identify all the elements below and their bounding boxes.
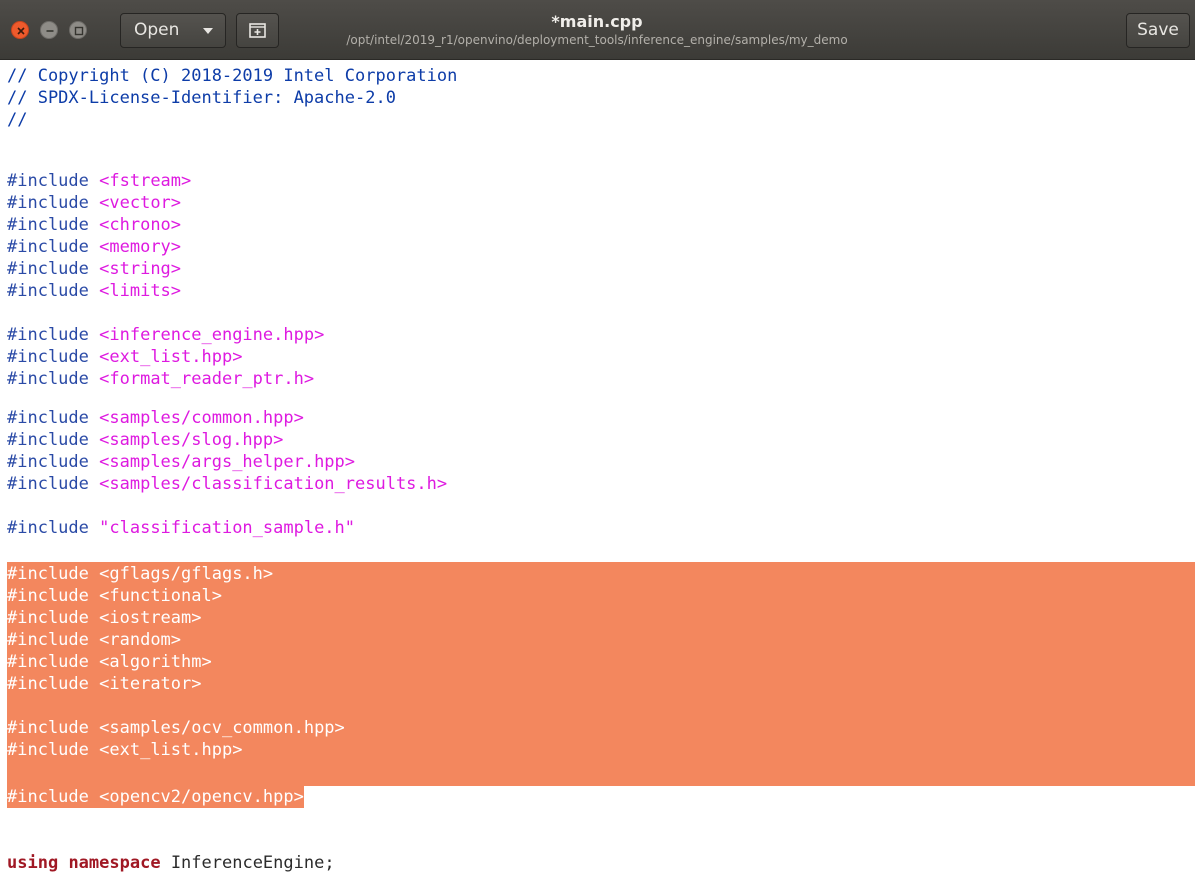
minimize-window-button[interactable] — [40, 21, 58, 39]
include-path: "classification_sample.h" — [99, 518, 356, 538]
code-line-selected: #include <ext_list.hpp> — [7, 739, 242, 761]
include-path: <ext_list.hpp> — [99, 347, 243, 367]
code-editor[interactable]: // Copyright (C) 2018-2019 Intel Corpora… — [0, 62, 1195, 875]
code-line: using namespace InferenceEngine; — [7, 852, 335, 874]
open-button-label: Open — [134, 20, 180, 40]
code-line: #include <samples/common.hpp> — [7, 407, 304, 429]
close-window-button[interactable] — [11, 21, 29, 39]
code-line-selected: #include <algorithm> — [7, 651, 212, 673]
include-directive: #include — [7, 564, 89, 584]
keyword: using — [7, 853, 59, 873]
include-directive: #include — [7, 474, 89, 494]
include-path: <vector> — [99, 193, 182, 213]
save-button[interactable]: Save — [1126, 13, 1190, 48]
include-directive: #include — [7, 408, 89, 428]
include-path: <ext_list.hpp> — [99, 740, 243, 760]
window-title: *main.cpp — [551, 12, 643, 31]
code-line: #include <format_reader_ptr.h> — [7, 368, 314, 390]
include-directive: #include — [7, 281, 89, 301]
include-directive: #include — [7, 674, 89, 694]
include-directive: #include — [7, 586, 89, 606]
include-directive: #include — [7, 237, 89, 257]
code-line: #include <samples/slog.hpp> — [7, 429, 283, 451]
code-line-selected: #include <opencv2/opencv.hpp> — [7, 786, 304, 808]
keyword: namespace — [68, 853, 161, 873]
include-directive: #include — [7, 215, 89, 235]
comment-text: // SPDX-License-Identifier: Apache-2.0 — [7, 88, 396, 108]
code-line-selected: #include <random> — [7, 629, 181, 651]
minimize-icon — [46, 30, 54, 32]
comment-text: // Copyright (C) 2018-2019 Intel Corpora… — [7, 66, 458, 86]
include-directive: #include — [7, 369, 89, 389]
code-line: #include <string> — [7, 258, 181, 280]
include-path: <samples/slog.hpp> — [99, 430, 284, 450]
include-path: <format_reader_ptr.h> — [99, 369, 315, 389]
code-line-selected: #include <gflags/gflags.h> — [7, 563, 273, 585]
include-path: <inference_engine.hpp> — [99, 325, 325, 345]
include-path: <limits> — [99, 281, 182, 301]
identifier: InferenceEngine; — [170, 853, 335, 873]
include-directive: #include — [7, 787, 89, 807]
code-line: // Copyright (C) 2018-2019 Intel Corpora… — [7, 65, 457, 87]
include-directive: #include — [7, 259, 89, 279]
code-line: #include <ext_list.hpp> — [7, 346, 242, 368]
code-line-selected: #include <iostream> — [7, 607, 202, 629]
code-line: #include <limits> — [7, 280, 181, 302]
include-directive: #include — [7, 347, 89, 367]
include-directive: #include — [7, 652, 89, 672]
include-directive: #include — [7, 430, 89, 450]
include-directive: #include — [7, 740, 89, 760]
include-path: <iterator> — [99, 674, 202, 694]
include-path: <samples/common.hpp> — [99, 408, 304, 428]
include-path: <gflags/gflags.h> — [99, 564, 274, 584]
include-path: <samples/classification_results.h> — [99, 474, 448, 494]
include-directive: #include — [7, 193, 89, 213]
maximize-icon — [74, 26, 84, 36]
include-directive: #include — [7, 171, 89, 191]
include-path: <memory> — [99, 237, 182, 257]
code-line-selected: #include <samples/ocv_common.hpp> — [7, 717, 345, 739]
open-button[interactable]: Open — [120, 13, 226, 48]
close-icon — [17, 27, 25, 35]
code-line-selected: #include <functional> — [7, 585, 222, 607]
code-line-selected: #include <iterator> — [7, 673, 202, 695]
include-directive: #include — [7, 608, 89, 628]
include-directive: #include — [7, 325, 89, 345]
include-path: <opencv2/opencv.hpp> — [99, 787, 304, 807]
include-path: <algorithm> — [99, 652, 212, 672]
code-line: // SPDX-License-Identifier: Apache-2.0 — [7, 87, 396, 109]
include-path: <string> — [99, 259, 182, 279]
code-line: #include <samples/args_helper.hpp> — [7, 451, 355, 473]
new-tab-icon — [249, 23, 266, 38]
code-line: #include "classification_sample.h" — [7, 517, 355, 539]
include-path: <functional> — [99, 586, 222, 606]
code-line: #include <samples/classification_results… — [7, 473, 447, 495]
include-directive: #include — [7, 718, 89, 738]
header-bar: Open *main.cpp /opt/intel/2019_r1/openvi… — [0, 0, 1195, 60]
code-line: #include <inference_engine.hpp> — [7, 324, 324, 346]
code-line: #include <fstream> — [7, 170, 191, 192]
window-subtitle-path: /opt/intel/2019_r1/openvino/deployment_t… — [346, 33, 848, 47]
include-path: <samples/ocv_common.hpp> — [99, 718, 345, 738]
comment-text: // — [7, 110, 28, 130]
new-document-button[interactable] — [236, 13, 279, 48]
include-directive: #include — [7, 518, 89, 538]
code-line: #include <vector> — [7, 192, 181, 214]
include-path: <fstream> — [99, 171, 192, 191]
include-path: <random> — [99, 630, 182, 650]
include-path: <iostream> — [99, 608, 202, 628]
include-directive: #include — [7, 630, 89, 650]
include-path: <samples/args_helper.hpp> — [99, 452, 356, 472]
chevron-down-icon — [203, 28, 213, 34]
code-line: // — [7, 109, 27, 131]
code-line: #include <chrono> — [7, 214, 181, 236]
code-line: #include <memory> — [7, 236, 181, 258]
maximize-window-button[interactable] — [69, 21, 87, 39]
include-directive: #include — [7, 452, 89, 472]
gedit-window: Open *main.cpp /opt/intel/2019_r1/openvi… — [0, 0, 1195, 875]
include-path: <chrono> — [99, 215, 182, 235]
